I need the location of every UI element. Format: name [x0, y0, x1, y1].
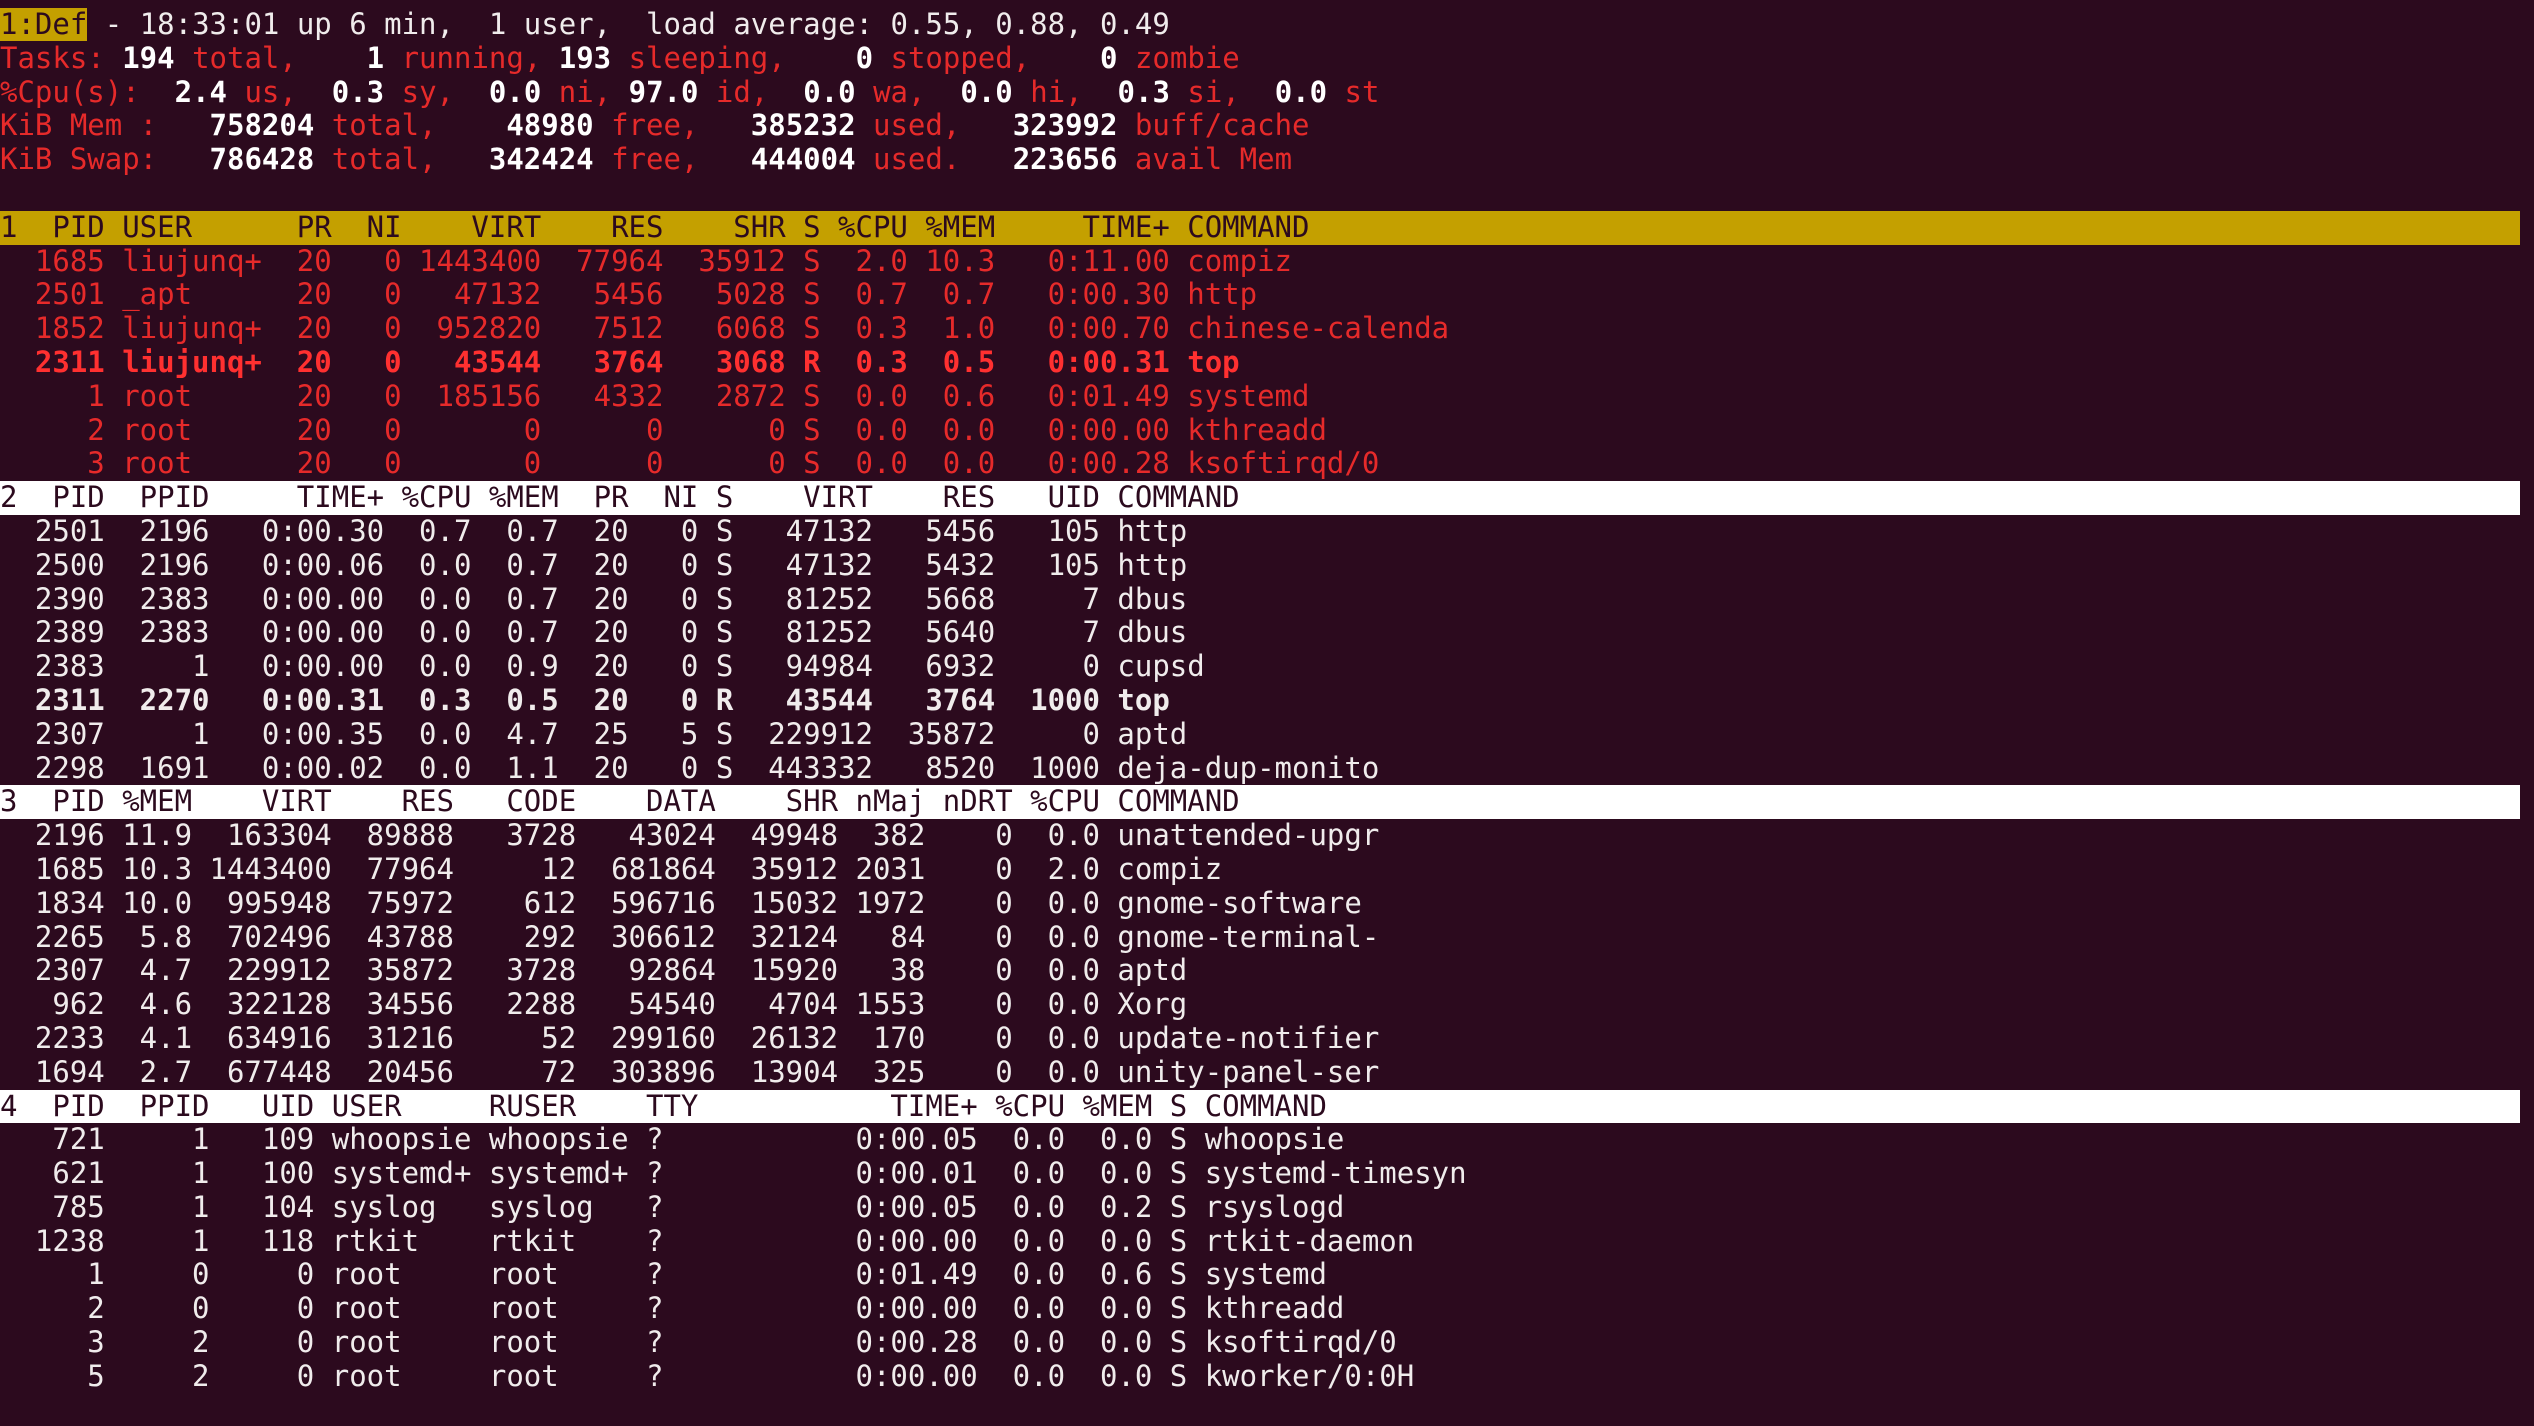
tasks-zombie-label: zombie — [1117, 41, 1240, 75]
swap-total-label: total, — [314, 143, 437, 177]
mem-line: KiB Mem : 758204 total, 48980 free, 3852… — [0, 109, 2534, 143]
cpu-sy-value: 0.3 — [296, 75, 385, 109]
mem-free-value: 48980 — [436, 109, 594, 143]
cpu-wa-value: 0.0 — [768, 75, 856, 109]
table-row[interactable]: 2390 2383 0:00.00 0.0 0.7 20 0 S 81252 5… — [0, 583, 2534, 617]
tasks-line: Tasks: 194 total, 1 running, 193 sleepin… — [0, 42, 2534, 76]
table-row[interactable]: 2501 _apt 20 0 47132 5456 5028 S 0.7 0.7… — [0, 278, 2534, 312]
mem-total-label: total, — [314, 109, 437, 143]
table-row[interactable]: 2307 4.7 229912 35872 3728 92864 15920 3… — [0, 954, 2534, 988]
tasks-label: Tasks: — [0, 41, 105, 75]
tasks-sleeping-value: 193 — [541, 41, 612, 75]
cpu-id-label: id, — [698, 75, 769, 109]
table-row[interactable]: 2500 2196 0:00.06 0.0 0.7 20 0 S 47132 5… — [0, 549, 2534, 583]
cpu-label: %Cpu(s): — [0, 75, 140, 109]
terminal-top-output[interactable]: 1:Def - 18:33:01 up 6 min, 1 user, load … — [0, 0, 2534, 1426]
table-row[interactable]: 1694 2.7 677448 20456 72 303896 13904 32… — [0, 1056, 2534, 1090]
table-row[interactable]: 3 root 20 0 0 0 0 S 0.0 0.0 0:00.28 ksof… — [0, 447, 2534, 481]
table-row-running[interactable]: 2311 2270 0:00.31 0.3 0.5 20 0 R 43544 3… — [0, 684, 2534, 718]
swap-free-value: 342424 — [436, 143, 594, 177]
tasks-sleeping-label: sleeping, — [611, 41, 786, 75]
cpu-si-value: 0.3 — [1082, 75, 1170, 109]
mem-free-label: free, — [593, 109, 699, 143]
mem-used-label: used, — [855, 109, 961, 143]
table-row[interactable]: 5 2 0 root root ? 0:00.00 0.0 0.0 S kwor… — [0, 1360, 2534, 1394]
swap-line: KiB Swap: 786428 total, 342424 free, 444… — [0, 143, 2534, 177]
tasks-total-value: 194 — [104, 41, 175, 75]
cpu-st-label: st — [1327, 75, 1380, 109]
table-row[interactable]: 785 1 104 syslog syslog ? 0:00.05 0.0 0.… — [0, 1191, 2534, 1225]
swap-avail-label: avail Mem — [1117, 143, 1293, 177]
cpu-id-value: 97.0 — [611, 75, 699, 109]
cpu-si-label: si, — [1169, 75, 1240, 109]
table-row[interactable]: 1852 liujunq+ 20 0 952820 7512 6068 S 0.… — [0, 312, 2534, 346]
swap-used-label: used. — [855, 143, 961, 177]
table-row[interactable]: 3 2 0 root root ? 0:00.28 0.0 0.0 S ksof… — [0, 1326, 2534, 1360]
table-row[interactable]: 721 1 109 whoopsie whoopsie ? 0:00.05 0.… — [0, 1123, 2534, 1157]
tasks-zombie-value: 0 — [1030, 41, 1118, 75]
swap-free-label: free, — [593, 143, 699, 177]
table-row[interactable]: 2 0 0 root root ? 0:00.00 0.0 0.0 S kthr… — [0, 1292, 2534, 1326]
cpu-hi-value: 0.0 — [925, 75, 1013, 109]
table-row[interactable]: 2 root 20 0 0 0 0 S 0.0 0.0 0:00.00 kthr… — [0, 414, 2534, 448]
swap-avail-value: 223656 — [960, 143, 1118, 177]
table-row[interactable]: 2307 1 0:00.35 0.0 4.7 25 5 S 229912 358… — [0, 718, 2534, 752]
table-row[interactable]: 1685 10.3 1443400 77964 12 681864 35912 … — [0, 853, 2534, 887]
current-window-tag: 1:Def — [0, 8, 88, 41]
tasks-stopped-label: stopped, — [873, 41, 1031, 75]
table-row[interactable]: 1 0 0 root root ? 0:01.49 0.0 0.6 S syst… — [0, 1258, 2534, 1292]
table-row[interactable]: 2196 11.9 163304 89888 3728 43024 49948 … — [0, 819, 2534, 853]
table-row[interactable]: 2298 1691 0:00.02 0.0 1.1 20 0 S 443332 … — [0, 752, 2534, 786]
table-row[interactable]: 1685 liujunq+ 20 0 1443400 77964 35912 S… — [0, 245, 2534, 279]
table-row[interactable]: 2265 5.8 702496 43788 292 306612 32124 8… — [0, 921, 2534, 955]
uptime-line: 1:Def - 18:33:01 up 6 min, 1 user, load … — [0, 8, 2534, 42]
table-row[interactable]: 1 root 20 0 185156 4332 2872 S 0.0 0.6 0… — [0, 380, 2534, 414]
mem-used-value: 385232 — [698, 109, 856, 143]
table-row[interactable]: 2233 4.1 634916 31216 52 299160 26132 17… — [0, 1022, 2534, 1056]
tasks-running-value: 1 — [296, 41, 385, 75]
cpu-us-label: us, — [227, 75, 297, 109]
table-row[interactable]: 1238 1 118 rtkit rtkit ? 0:00.00 0.0 0.0… — [0, 1225, 2534, 1259]
table-row[interactable]: 621 1 100 systemd+ systemd+ ? 0:00.01 0.… — [0, 1157, 2534, 1191]
mem-buff-value: 323992 — [960, 109, 1118, 143]
uptime-text: - 18:33:01 up 6 min, 1 user, load averag… — [87, 8, 1170, 41]
table-row[interactable]: 2501 2196 0:00.30 0.7 0.7 20 0 S 47132 5… — [0, 515, 2534, 549]
swap-total-value: 786428 — [157, 143, 315, 177]
tasks-total-label: total, — [174, 41, 297, 75]
table-row[interactable]: 2383 1 0:00.00 0.0 0.9 20 0 S 94984 6932… — [0, 650, 2534, 684]
cpu-ni-label: ni, — [541, 75, 612, 109]
swap-used-value: 444004 — [698, 143, 856, 177]
cpu-st-value: 0.0 — [1239, 75, 1328, 109]
table-row[interactable]: 1834 10.0 995948 75972 612 596716 15032 … — [0, 887, 2534, 921]
window-2-header[interactable]: 2 PID PPID TIME+ %CPU %MEM PR NI S VIRT … — [0, 481, 2520, 515]
window-1-header[interactable]: 1 PID USER PR NI VIRT RES SHR S %CPU %ME… — [0, 210, 2520, 245]
swap-label: KiB Swap: — [0, 143, 158, 177]
cpu-ni-value: 0.0 — [454, 75, 542, 109]
tasks-running-label: running, — [384, 41, 542, 75]
tasks-stopped-value: 0 — [785, 41, 874, 75]
cpu-line: %Cpu(s): 2.4 us, 0.3 sy, 0.0 ni, 97.0 id… — [0, 76, 2534, 110]
table-row[interactable]: 2389 2383 0:00.00 0.0 0.7 20 0 S 81252 5… — [0, 616, 2534, 650]
cpu-us-value: 2.4 — [139, 75, 227, 109]
table-row[interactable]: 962 4.6 322128 34556 2288 54540 4704 155… — [0, 988, 2534, 1022]
window-3-header[interactable]: 3 PID %MEM VIRT RES CODE DATA SHR nMaj n… — [0, 785, 2520, 820]
cpu-hi-label: hi, — [1012, 75, 1083, 109]
cpu-wa-label: wa, — [855, 75, 926, 109]
mem-label: KiB Mem : — [0, 109, 158, 143]
window-4-header[interactable]: 4 PID PPID UID USER RUSER TTY TIME+ %CPU… — [0, 1089, 2520, 1124]
mem-total-value: 758204 — [157, 109, 315, 143]
table-row-running[interactable]: 2311 liujunq+ 20 0 43544 3764 3068 R 0.3… — [0, 346, 2534, 380]
mem-buff-label: buff/cache — [1117, 109, 1310, 143]
cpu-sy-label: sy, — [384, 75, 454, 109]
